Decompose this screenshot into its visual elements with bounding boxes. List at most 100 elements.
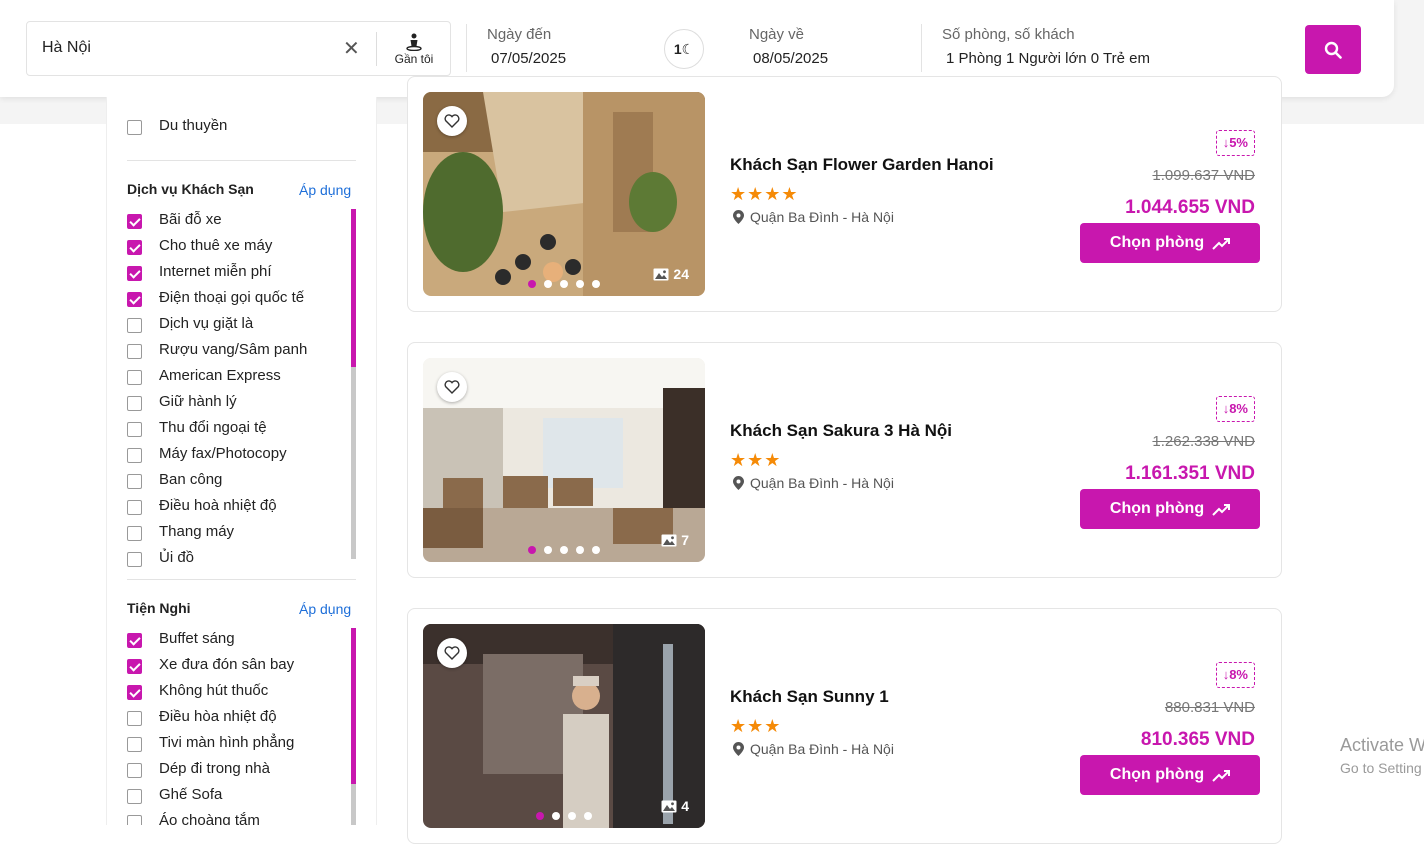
star-rating: ★★★★	[730, 184, 799, 204]
checkbox[interactable]	[127, 659, 142, 674]
checkbox[interactable]	[127, 685, 142, 700]
filter-label: Ghế Sofa	[159, 786, 223, 803]
filter-label: Xe đưa đón sân bay	[159, 656, 295, 673]
filter-label: Áo choàng tắm	[159, 812, 260, 825]
checkbox[interactable]	[127, 292, 142, 307]
discount-badge: ↓8%	[1215, 662, 1255, 688]
checkbox[interactable]	[127, 474, 142, 489]
trending-up-icon	[1212, 770, 1231, 782]
carousel-dot[interactable]	[576, 280, 584, 288]
hotel-photo[interactable]: 4	[423, 624, 705, 828]
checkout-value[interactable]: 08/05/2025	[753, 50, 828, 67]
hotel-card: 4 Khách Sạn Sunny 1 ★★★ Quận Ba Đình - H…	[407, 608, 1282, 844]
original-price: 880.831 VND	[1164, 699, 1255, 716]
hotel-name[interactable]: Khách Sạn Sunny 1	[730, 687, 889, 707]
carousel-dots	[423, 541, 705, 559]
address-text: Quận Ba Đình - Hà Nội	[750, 209, 894, 225]
checkbox[interactable]	[127, 789, 142, 804]
checkbox[interactable]	[127, 763, 142, 778]
carousel-dot[interactable]	[528, 280, 536, 288]
checkbox[interactable]	[127, 500, 142, 515]
hotel-name[interactable]: Khách Sạn Flower Garden Hanoi	[730, 155, 994, 175]
checkbox[interactable]	[127, 318, 142, 333]
checkout-label: Ngày về	[749, 26, 805, 43]
choose-room-button[interactable]: Chọn phòng	[1080, 489, 1260, 529]
choose-room-button[interactable]: Chọn phòng	[1080, 755, 1260, 795]
services-apply-link[interactable]: Áp dụng	[299, 182, 351, 198]
filter-label: Máy fax/Photocopy	[159, 445, 287, 462]
carousel-dot[interactable]	[560, 280, 568, 288]
favorite-button[interactable]	[437, 638, 467, 668]
filter-label: Du thuyền	[159, 117, 228, 134]
near-me-button[interactable]: Gần tôi	[382, 33, 446, 66]
person-pin-icon	[406, 33, 422, 51]
near-me-label: Gần tôi	[394, 52, 434, 66]
carousel-dot[interactable]	[552, 812, 560, 820]
filter-label: Dịch vụ giặt là	[159, 315, 254, 332]
amenities-apply-link[interactable]: Áp dụng	[299, 601, 351, 617]
checkbox[interactable]	[127, 396, 142, 411]
checkbox[interactable]	[127, 214, 142, 229]
carousel-dot[interactable]	[560, 546, 568, 554]
filter-label: Điều hoà nhiệt độ	[159, 497, 277, 514]
favorite-button[interactable]	[437, 106, 467, 136]
heart-icon	[444, 114, 460, 128]
divider	[376, 32, 377, 66]
hotel-photo[interactable]: 7	[423, 358, 705, 562]
carousel-dot[interactable]	[544, 280, 552, 288]
location-pin-icon	[733, 476, 744, 490]
rooms-value[interactable]: 1 Phòng 1 Người lớn 0 Trẻ em	[946, 50, 1150, 67]
amenities-title: Tiện Nghi	[127, 600, 191, 616]
filter-label: Ủi đồ	[159, 549, 195, 566]
hotel-name[interactable]: Khách Sạn Sakura 3 Hà Nội	[730, 421, 952, 441]
rooms-label: Số phòng, số khách	[942, 26, 1075, 43]
trending-up-icon	[1212, 504, 1231, 516]
carousel-dot[interactable]	[536, 812, 544, 820]
checkin-value[interactable]: 07/05/2025	[491, 50, 566, 67]
search-icon	[1324, 41, 1342, 59]
discounted-price: 810.365 VND	[1140, 729, 1255, 750]
location-field[interactable]: Hà Nội ✕ Gần tôi	[26, 21, 451, 76]
checkbox[interactable]	[127, 266, 142, 281]
checkbox[interactable]	[127, 240, 142, 255]
choose-room-button[interactable]: Chọn phòng	[1080, 223, 1260, 263]
location-input[interactable]: Hà Nội	[42, 39, 91, 57]
carousel-dot[interactable]	[592, 546, 600, 554]
scrollbar-thumb[interactable]	[351, 209, 356, 367]
carousel-dots	[423, 275, 705, 293]
search-button[interactable]	[1305, 25, 1361, 74]
checkbox[interactable]	[127, 120, 142, 135]
checkbox[interactable]	[127, 737, 142, 752]
checkbox[interactable]	[127, 815, 142, 825]
hotel-photo[interactable]: 24	[423, 92, 705, 296]
checkbox[interactable]	[127, 344, 142, 359]
checkbox[interactable]	[127, 526, 142, 541]
filter-label: Thu đổi ngoại tệ	[159, 419, 267, 436]
discount-badge: ↓5%	[1215, 130, 1255, 156]
divider	[921, 24, 922, 72]
filter-label: Cho thuê xe máy	[159, 237, 273, 254]
filter-label: Giữ hành lý	[159, 393, 237, 410]
checkbox[interactable]	[127, 552, 142, 567]
carousel-dot[interactable]	[576, 546, 584, 554]
checkbox[interactable]	[127, 633, 142, 648]
carousel-dot[interactable]	[544, 546, 552, 554]
checkbox[interactable]	[127, 448, 142, 463]
services-scrollbar[interactable]	[351, 209, 356, 559]
checkbox[interactable]	[127, 711, 142, 726]
filter-label: Điều hòa nhiệt độ	[159, 708, 277, 725]
favorite-button[interactable]	[437, 372, 467, 402]
scrollbar-thumb[interactable]	[351, 628, 356, 784]
carousel-dot[interactable]	[568, 812, 576, 820]
checkbox[interactable]	[127, 370, 142, 385]
amenities-scrollbar[interactable]	[351, 628, 356, 825]
filter-label: American Express	[159, 367, 281, 384]
clear-icon[interactable]: ✕	[343, 36, 360, 61]
carousel-dot[interactable]	[584, 812, 592, 820]
heart-icon	[444, 646, 460, 660]
carousel-dot[interactable]	[528, 546, 536, 554]
location-pin-icon	[733, 210, 744, 224]
hotel-address: Quận Ba Đình - Hà Nội	[733, 209, 894, 225]
checkbox[interactable]	[127, 422, 142, 437]
carousel-dot[interactable]	[592, 280, 600, 288]
